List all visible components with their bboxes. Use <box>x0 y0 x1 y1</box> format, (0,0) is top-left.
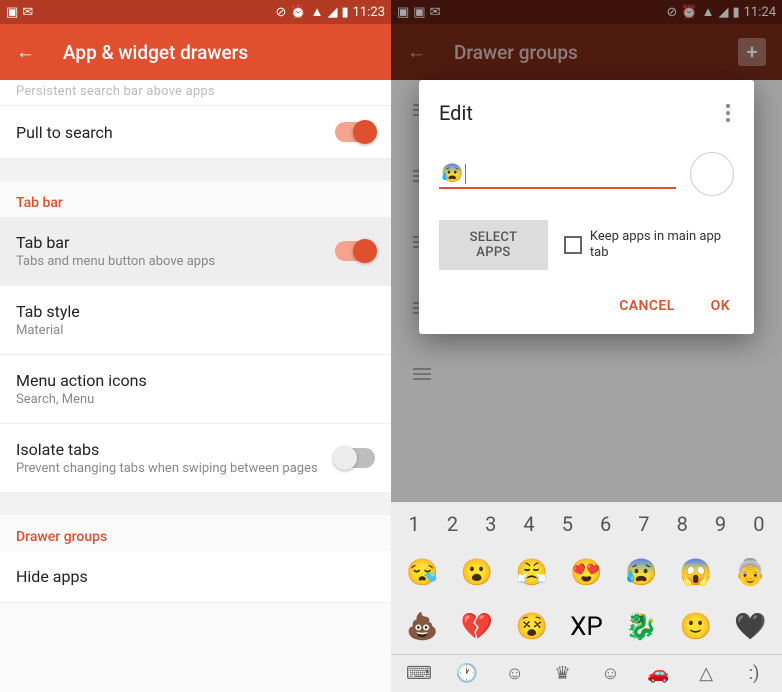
setting-subtitle: Search, Menu <box>16 392 375 407</box>
signal-icon: ◢ <box>327 5 337 20</box>
keyboard-emoji-row: 💩 💔 😵 XP 🐉 🙂 🖤 <box>391 600 782 654</box>
edit-dialog: Edit 😰 SELECT APPS Keep apps in main app… <box>419 80 754 334</box>
keyboard-key[interactable]: 1 <box>409 512 420 536</box>
group-name-input[interactable]: 😰 <box>439 159 676 189</box>
switch-tab-bar[interactable] <box>335 241 375 261</box>
keyboard-key[interactable]: ☺ <box>496 663 534 684</box>
clock-text: 11:23 <box>353 5 385 20</box>
setting-subtitle: Material <box>16 323 375 338</box>
keyboard-key[interactable]: XP <box>567 606 605 648</box>
keyboard-key[interactable]: 🐉 <box>622 606 660 648</box>
setting-tab-style[interactable]: Tab style Material <box>0 286 391 355</box>
setting-title: Pull to search <box>16 123 335 142</box>
screen-settings: ▣ ✉ ⊘ ⏰ ▲ ◢ ▮ 11:23 ← App & widget drawe… <box>0 0 391 692</box>
setting-hide-apps[interactable]: Hide apps <box>0 551 391 603</box>
keyboard-key[interactable]: ♛ <box>544 663 582 684</box>
ok-button[interactable]: OK <box>707 290 734 322</box>
setting-row-cutoff[interactable]: Persistent search bar above apps <box>0 80 391 106</box>
keyboard-key[interactable]: 7 <box>638 512 649 536</box>
setting-subtitle: Tabs and menu button above apps <box>16 254 335 269</box>
keyboard-key[interactable]: 😰 <box>622 552 660 594</box>
alarm-icon: ⏰ <box>290 5 306 20</box>
section-gap <box>0 159 391 181</box>
keyboard-key[interactable]: 8 <box>677 512 688 536</box>
setting-title: Tab style <box>16 302 375 321</box>
setting-pull-to-search[interactable]: Pull to search <box>0 106 391 159</box>
section-header-tab-bar: Tab bar <box>0 181 391 217</box>
keyboard-key[interactable]: 6 <box>600 512 611 536</box>
screen-drawer-groups: ▣ ▣ ✉ ⊘ ⏰ ▲ ◢ ▮ 11:24 ← Drawer groups + … <box>391 0 782 692</box>
keyboard-key[interactable]: 💔 <box>458 606 496 648</box>
keyboard-bottom-bar: ⌨ 🕐 ☺ ♛ ☺ 🚗 △:) <box>391 654 782 692</box>
keyboard-key[interactable]: 4 <box>523 512 534 536</box>
keyboard-key[interactable]: △ <box>687 663 725 684</box>
checkbox-icon <box>564 236 582 254</box>
keyboard-key[interactable]: 👵 <box>732 552 770 594</box>
keyboard-number-row: 1 2 3 4 5 6 7 8 9 0 <box>391 502 782 546</box>
notification-icon: ▣ <box>6 5 18 20</box>
section-header-drawer-groups: Drawer groups <box>0 515 391 551</box>
app-bar: ← App & widget drawers <box>0 24 391 80</box>
switch-pull-to-search[interactable] <box>335 122 375 142</box>
keyboard-key[interactable]: 2 <box>447 512 458 536</box>
setting-subtitle: Prevent changing tabs when swiping betwe… <box>16 461 335 476</box>
keyboard-key[interactable]: 🕐 <box>448 663 486 684</box>
setting-title: Isolate tabs <box>16 440 335 459</box>
notification-icon: ✉ <box>22 5 33 20</box>
keyboard-key[interactable]: 🚗 <box>639 663 677 684</box>
no-sign-icon: ⊘ <box>276 5 287 20</box>
keyboard-key[interactable]: :) <box>735 663 773 684</box>
section-gap <box>0 493 391 515</box>
keyboard-key[interactable]: 😤 <box>513 552 551 594</box>
checkbox-label: Keep apps in main app tab <box>590 229 734 260</box>
wifi-icon: ▲ <box>311 4 324 20</box>
status-bar: ▣ ✉ ⊘ ⏰ ▲ ◢ ▮ 11:23 <box>0 0 391 24</box>
setting-tab-bar[interactable]: Tab bar Tabs and menu button above apps <box>0 217 391 286</box>
keyboard-key[interactable]: 🙂 <box>677 606 715 648</box>
icon-preview-circle[interactable] <box>690 152 734 196</box>
select-apps-button[interactable]: SELECT APPS <box>439 220 548 270</box>
input-emoji: 😰 <box>441 163 463 184</box>
setting-isolate-tabs[interactable]: Isolate tabs Prevent changing tabs when … <box>0 424 391 493</box>
keyboard-key[interactable]: 9 <box>715 512 726 536</box>
battery-icon: ▮ <box>341 5 348 20</box>
keyboard-key[interactable]: 😱 <box>677 552 715 594</box>
cancel-button[interactable]: CANCEL <box>615 290 678 322</box>
keep-apps-checkbox[interactable]: Keep apps in main app tab <box>564 229 734 260</box>
setting-title: Hide apps <box>16 567 375 586</box>
switch-isolate-tabs[interactable] <box>335 448 375 468</box>
overflow-menu-icon[interactable] <box>722 100 734 126</box>
emoji-keyboard: 1 2 3 4 5 6 7 8 9 0 😪 😮 😤 😍 😰 😱 👵 💩 💔 😵 XP 🐉 🙂 🖤 ⌨ 🕐 ☺ ♛ ☺ 🚗 △:) <box>391 502 782 692</box>
keyboard-key[interactable]: ☺ <box>591 663 629 684</box>
setting-title: Tab bar <box>16 233 335 252</box>
keyboard-key[interactable]: 😍 <box>567 552 605 594</box>
keyboard-key[interactable]: 💩 <box>403 606 441 648</box>
keyboard-key[interactable]: 3 <box>485 512 496 536</box>
keyboard-key[interactable]: 0 <box>753 512 764 536</box>
setting-title: Menu action icons <box>16 371 375 390</box>
setting-menu-action-icons[interactable]: Menu action icons Search, Menu <box>0 355 391 424</box>
page-title: App & widget drawers <box>63 41 375 64</box>
keyboard-key[interactable]: 😪 <box>403 552 441 594</box>
keyboard-key[interactable]: 😮 <box>458 552 496 594</box>
keyboard-key[interactable]: ⌨ <box>400 663 438 684</box>
keyboard-emoji-row: 😪 😮 😤 😍 😰 😱 👵 <box>391 546 782 600</box>
keyboard-key[interactable]: 😵 <box>513 606 551 648</box>
dialog-title: Edit <box>439 101 473 125</box>
back-icon[interactable]: ← <box>16 40 35 64</box>
keyboard-key[interactable]: 5 <box>562 512 573 536</box>
keyboard-key[interactable]: 🖤 <box>732 606 770 648</box>
